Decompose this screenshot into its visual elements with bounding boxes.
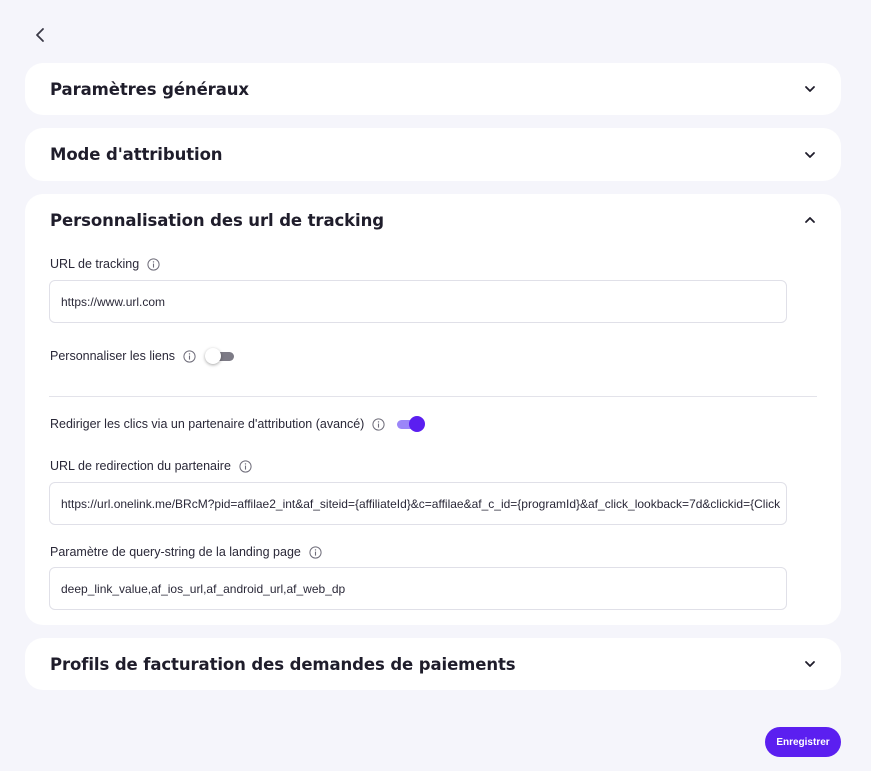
customize-links-row: Personnaliser les liens <box>50 348 236 364</box>
toggle-knob <box>409 416 426 432</box>
partner-url-input[interactable]: https://url.onelink.me/BRcM?pid=affilae2… <box>49 482 787 525</box>
section-title: Profils de facturation des demandes de p… <box>50 654 516 674</box>
tracking-url-label: URL de tracking <box>50 257 160 271</box>
back-button[interactable] <box>30 25 50 45</box>
tracking-url-value: https://www.url.com <box>61 294 166 309</box>
toggle-knob <box>205 348 222 364</box>
section-title: Mode d'attribution <box>50 145 223 164</box>
partner-url-label: URL de redirection du partenaire <box>50 459 252 473</box>
section-general-settings: Paramètres généraux <box>25 63 841 115</box>
section-header-tracking-urls[interactable]: Personnalisation des url de tracking <box>25 194 841 246</box>
save-button[interactable]: Enregistrer <box>765 727 841 757</box>
redirect-clicks-row: Rediriger les clics via un partenaire d'… <box>50 416 426 432</box>
query-param-label: Paramètre de query-string de la landing … <box>50 545 322 559</box>
customize-links-toggle[interactable] <box>205 348 236 364</box>
section-attribution-mode: Mode d'attribution <box>25 128 841 181</box>
info-icon[interactable] <box>183 349 196 363</box>
section-header-billing-profiles[interactable]: Profils de facturation des demandes de p… <box>25 638 841 690</box>
info-icon[interactable] <box>372 417 385 431</box>
info-icon[interactable] <box>147 257 160 271</box>
section-tracking-urls: Personnalisation des url de tracking URL… <box>25 194 841 625</box>
info-icon[interactable] <box>239 459 252 473</box>
chevron-up-icon <box>803 213 817 227</box>
section-billing-profiles: Profils de facturation des demandes de p… <box>25 638 841 690</box>
tracking-url-label-text: URL de tracking <box>50 257 140 271</box>
partner-url-label-text: URL de redirection du partenaire <box>50 459 231 473</box>
divider <box>49 396 817 397</box>
chevron-down-icon <box>803 657 817 671</box>
section-header-general-settings[interactable]: Paramètres généraux <box>25 63 841 115</box>
redirect-clicks-toggle[interactable] <box>395 416 426 432</box>
tracking-url-input[interactable]: https://www.url.com <box>49 280 787 323</box>
customize-links-label: Personnaliser les liens <box>50 349 176 363</box>
redirect-clicks-label: Rediriger les clics via un partenaire d'… <box>50 417 365 431</box>
section-title: Personnalisation des url de tracking <box>50 210 384 230</box>
section-header-attribution-mode[interactable]: Mode d'attribution <box>25 128 841 181</box>
info-icon[interactable] <box>309 545 322 559</box>
query-param-label-text: Paramètre de query-string de la landing … <box>50 545 301 559</box>
query-param-value: deep_link_value,af_ios_url,af_android_ur… <box>61 581 346 596</box>
section-title: Paramètres généraux <box>50 79 249 99</box>
chevron-left-icon <box>36 28 44 42</box>
settings-page: Paramètres généraux Mode d'attribution P… <box>0 0 871 771</box>
chevron-down-icon <box>803 148 817 162</box>
chevron-down-icon <box>803 82 817 96</box>
query-param-input[interactable]: deep_link_value,af_ios_url,af_android_ur… <box>49 567 787 610</box>
partner-url-value: https://url.onelink.me/BRcM?pid=affilae2… <box>61 496 781 511</box>
